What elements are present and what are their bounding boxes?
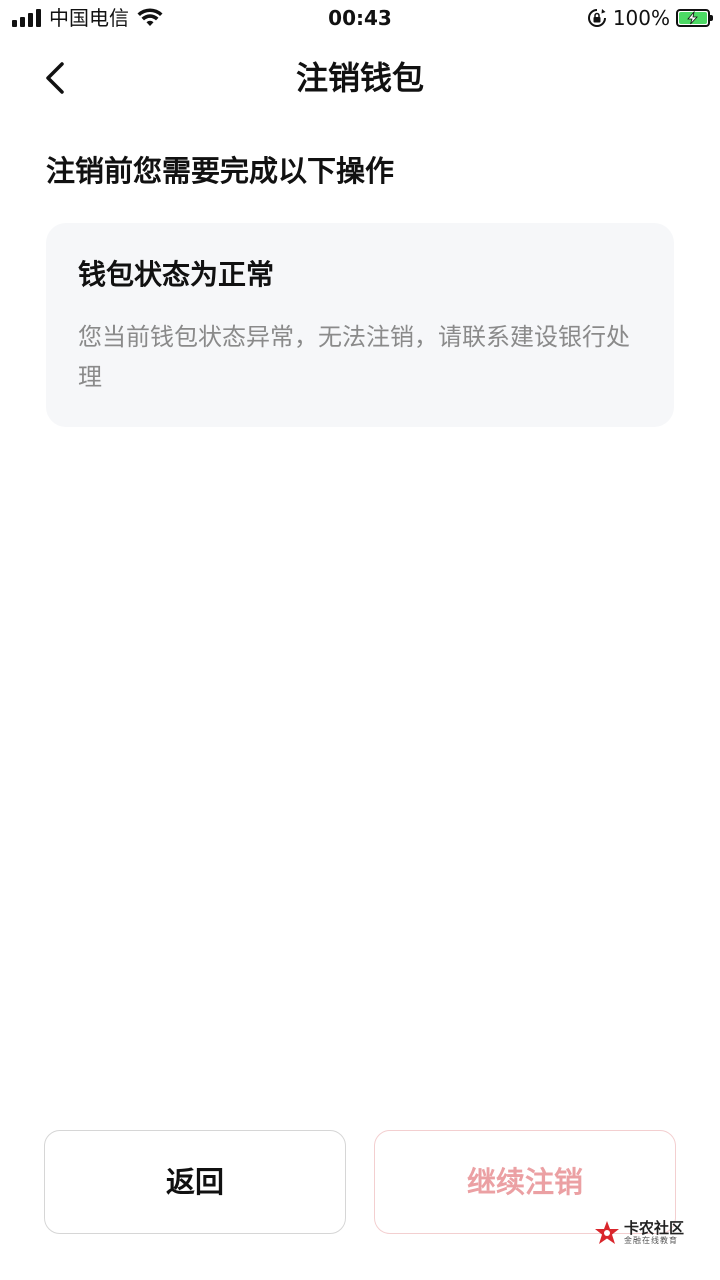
requirement-card: 钱包状态为正常 您当前钱包状态异常，无法注销，请联系建设银行处理 bbox=[46, 223, 674, 427]
nav-bar: 注销钱包 bbox=[0, 40, 720, 116]
charging-bolt-icon bbox=[687, 11, 698, 25]
watermark: 卡农社区 金融在线教育 bbox=[594, 1220, 684, 1246]
battery-charging-icon bbox=[676, 9, 713, 27]
status-bar: 中国电信 00:43 100% bbox=[0, 0, 720, 36]
status-right: 100% bbox=[587, 6, 713, 30]
watermark-logo-icon bbox=[594, 1221, 619, 1244]
page: 中国电信 00:43 100% 注销钱包 注销前您需要完成以下操作 钱包状态为正… bbox=[0, 0, 720, 1280]
battery-percent: 100% bbox=[612, 6, 670, 30]
requirement-description: 您当前钱包状态异常，无法注销，请联系建设银行处理 bbox=[78, 323, 630, 391]
rotation-lock-icon bbox=[587, 9, 606, 27]
section-heading: 注销前您需要完成以下操作 bbox=[46, 154, 395, 188]
watermark-text: 卡农社区 金融在线教育 bbox=[624, 1220, 684, 1246]
watermark-sub: 金融在线教育 bbox=[623, 1236, 678, 1245]
page-title: 注销钱包 bbox=[295, 59, 424, 97]
return-button[interactable]: 返回 bbox=[44, 1130, 346, 1234]
watermark-main: 卡农社区 bbox=[623, 1219, 684, 1237]
requirement-title: 钱包状态为正常 bbox=[78, 258, 275, 291]
